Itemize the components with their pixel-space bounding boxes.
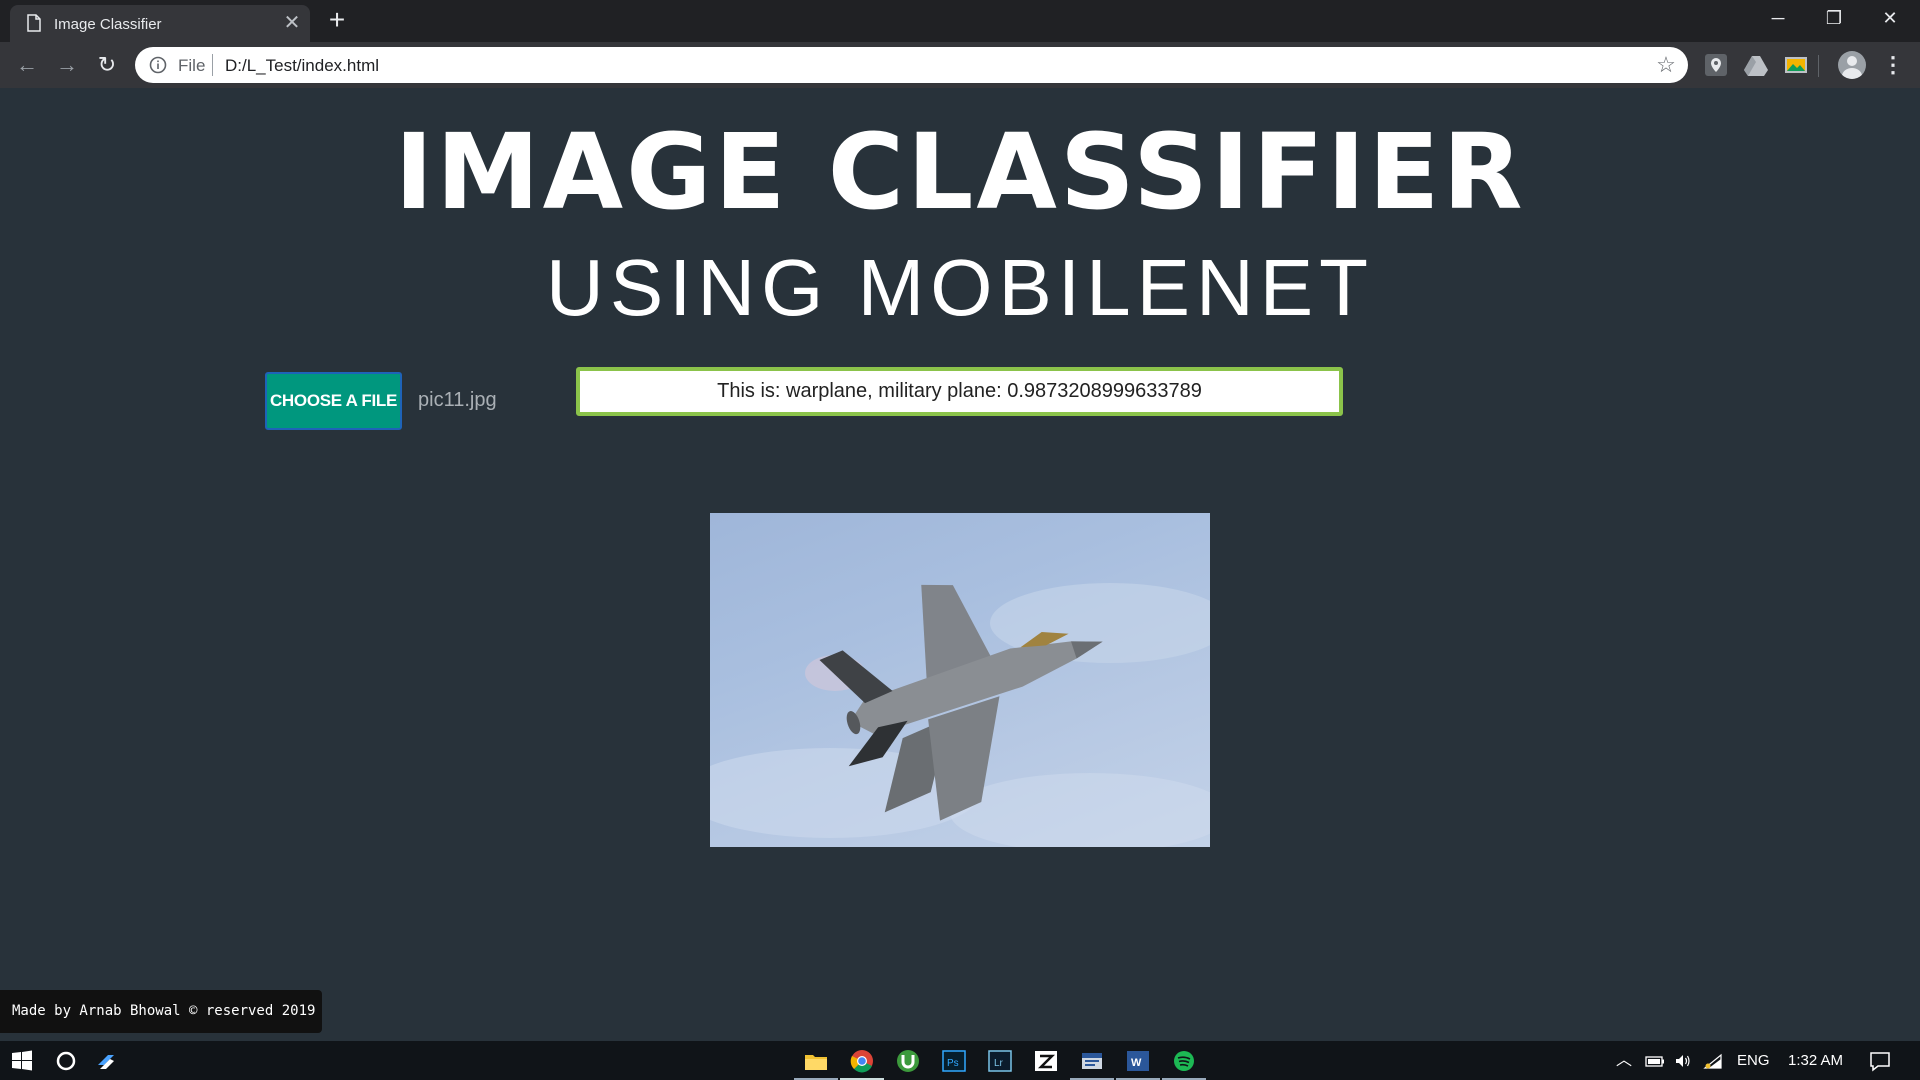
choose-file-button[interactable]: CHOOSE A FILE [265, 372, 402, 430]
url-text[interactable]: D:/L_Test/index.html [225, 56, 379, 76]
profile-avatar-icon[interactable] [1838, 51, 1866, 79]
lightroom-icon[interactable]: Lr [986, 1047, 1014, 1075]
footer-credit: Made by Arnab Bhowal © reserved 2019 [0, 990, 322, 1033]
browser-toolbar: ← → ↻ File D:/L_Test/index.html ☆ ⋮ [0, 42, 1920, 88]
fighter-jet-image [710, 583, 1210, 847]
restore-button[interactable]: ❐ [1806, 0, 1862, 38]
separator [212, 54, 213, 76]
tab-close-icon[interactable]: ✕ [280, 11, 304, 35]
battery-icon[interactable] [1645, 1051, 1665, 1071]
start-icon[interactable] [8, 1047, 36, 1075]
new-tab-button[interactable]: + [322, 6, 352, 36]
task-view-icon[interactable] [92, 1047, 120, 1075]
tab-image-classifier[interactable]: Image Classifier ✕ [10, 5, 310, 42]
wifi-icon[interactable] [1703, 1051, 1723, 1071]
close-window-button[interactable]: ✕ [1862, 0, 1918, 38]
action-center-icon[interactable] [1866, 1047, 1894, 1075]
windows-taskbar: Ps Lr W ︿ ENG 1:32 AM [0, 1041, 1920, 1080]
document-icon [27, 14, 41, 32]
photoshop-icon[interactable]: Ps [940, 1047, 968, 1075]
bookmark-star-icon[interactable]: ☆ [1653, 52, 1679, 78]
tab-strip: Image Classifier ✕ + ─ ❐ ✕ [0, 0, 1920, 42]
spotify-icon[interactable] [1170, 1047, 1198, 1075]
uploaded-image-preview [710, 513, 1210, 847]
scheme-label: File [178, 56, 206, 75]
language-indicator[interactable]: ENG [1737, 1052, 1770, 1069]
drive-extension-icon[interactable] [1742, 51, 1770, 79]
volume-icon[interactable] [1673, 1051, 1693, 1071]
word-icon[interactable]: W [1124, 1047, 1152, 1075]
address-bar[interactable]: File D:/L_Test/index.html ☆ [135, 47, 1688, 83]
reload-button[interactable]: ↻ [92, 50, 122, 80]
forward-button[interactable]: → [52, 50, 82, 80]
page-subtitle: USING MOBILENET [546, 243, 1374, 332]
location-extension-icon[interactable] [1702, 51, 1730, 79]
back-button[interactable]: ← [12, 50, 42, 80]
svg-text:W: W [1131, 1057, 1142, 1069]
menu-icon[interactable]: ⋮ [1882, 51, 1904, 79]
show-hidden-icons-chevron-icon[interactable]: ︿ [1614, 1051, 1634, 1071]
info-icon[interactable] [149, 56, 167, 74]
selected-file-name: pic11.jpg [418, 389, 497, 411]
classification-result: This is: warplane, military plane: 0.987… [576, 367, 1343, 416]
cortana-icon[interactable] [52, 1047, 80, 1075]
svg-text:Lr: Lr [994, 1058, 1004, 1069]
image-extension-icon[interactable] [1782, 51, 1810, 79]
file-explorer-icon[interactable] [802, 1047, 830, 1075]
utorrent-icon[interactable] [894, 1047, 922, 1075]
zotero-icon[interactable] [1032, 1047, 1060, 1075]
tab-title: Image Classifier [54, 16, 162, 33]
page-title: IMAGE CLASSIFIER [394, 111, 1526, 233]
chrome-icon[interactable] [848, 1047, 876, 1075]
minimize-button[interactable]: ─ [1750, 0, 1806, 38]
outlook-icon[interactable] [1078, 1047, 1106, 1075]
svg-text:Ps: Ps [947, 1058, 959, 1069]
toolbar-divider [1818, 55, 1819, 77]
clock-time[interactable]: 1:32 AM [1788, 1052, 1843, 1069]
